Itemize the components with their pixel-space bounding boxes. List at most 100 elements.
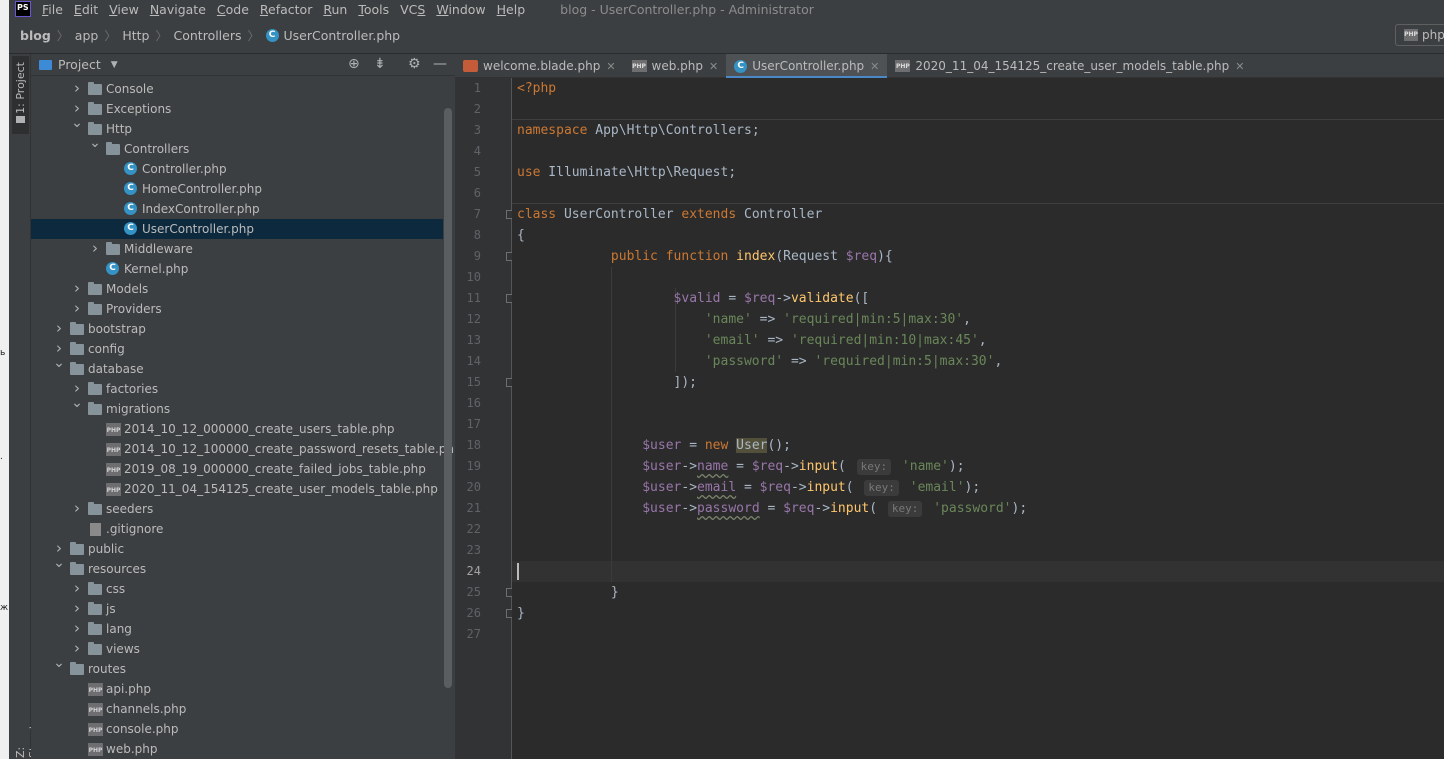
- tree-item[interactable]: › views: [31, 639, 443, 659]
- code-line: $user = new User();: [642, 438, 791, 453]
- chevron-right-icon[interactable]: ›: [71, 579, 83, 597]
- chevron-down-icon[interactable]: ⌄: [71, 395, 83, 411]
- project-scrollbar[interactable]: [444, 108, 452, 688]
- editor-tab[interactable]: C UserController.php ✕: [726, 54, 888, 79]
- breadcrumb-item[interactable]: Controllers: [174, 28, 242, 43]
- tree-item[interactable]: › factories: [31, 379, 443, 399]
- close-icon[interactable]: ✕: [606, 60, 615, 73]
- tree-item[interactable]: › Exceptions: [31, 99, 443, 119]
- breadcrumb-item[interactable]: Http: [122, 28, 149, 43]
- breadcrumb-item[interactable]: UserController.php: [284, 28, 401, 43]
- tree-item[interactable]: PHP console.php: [31, 719, 443, 739]
- gear-icon[interactable]: ⚙: [408, 56, 421, 72]
- chevron-down-icon[interactable]: ⌄: [53, 655, 65, 671]
- tree-item[interactable]: › public: [31, 539, 443, 559]
- collapse-all-icon[interactable]: ⇟: [374, 56, 386, 72]
- tree-item[interactable]: C IndexController.php: [31, 199, 443, 219]
- navigation-bar: blog 〉 app 〉 Http 〉 Controllers 〉 C UserControlle…: [9, 18, 1444, 54]
- tree-item[interactable]: › Console: [31, 79, 443, 99]
- menu-window[interactable]: Window: [436, 2, 485, 17]
- tree-item[interactable]: ⌄ Controllers: [31, 135, 443, 159]
- tree-item-label: IndexController.php: [142, 202, 260, 216]
- project-tree: › Console › Exceptions ⌄ Http ⌄ Controllers C Con…: [31, 79, 462, 759]
- php-class-icon: C: [124, 182, 137, 195]
- close-icon[interactable]: ✕: [709, 60, 718, 73]
- project-tool-button[interactable]: 1: Project: [12, 56, 29, 134]
- line-number: 15: [466, 375, 481, 389]
- menu-run[interactable]: Run: [323, 2, 347, 17]
- tree-item[interactable]: C Controller.php: [31, 159, 443, 179]
- php-class-icon: C: [265, 29, 279, 42]
- tree-item[interactable]: C UserController.php: [31, 219, 443, 239]
- chevron-right-icon[interactable]: ›: [71, 599, 83, 617]
- menu-tools[interactable]: Tools: [358, 2, 389, 17]
- editor-tab[interactable]: welcome.blade.php ✕: [455, 54, 624, 78]
- tree-item[interactable]: PHP channels.php: [31, 699, 443, 719]
- chevron-down-icon[interactable]: ⌄: [53, 355, 65, 371]
- chevron-right-icon[interactable]: ›: [71, 499, 83, 517]
- menu-help[interactable]: Help: [497, 2, 526, 17]
- tree-item[interactable]: PHP web.php: [31, 739, 443, 759]
- tree-item[interactable]: C HomeController.php: [31, 179, 443, 199]
- chevron-down-icon[interactable]: ▼: [111, 60, 118, 70]
- breadcrumb-item[interactable]: blog: [20, 28, 51, 43]
- chevron-right-icon[interactable]: ›: [71, 279, 83, 297]
- run-configuration-selector[interactable]: PHP php: [1395, 24, 1444, 46]
- menu-code[interactable]: Code: [217, 2, 249, 17]
- php-file-icon: PHP: [88, 683, 103, 696]
- menu-file[interactable]: File: [42, 2, 63, 17]
- folder-icon: [70, 542, 84, 555]
- chevron-down-icon[interactable]: ⌄: [89, 135, 101, 151]
- locate-file-icon[interactable]: ⊕: [348, 56, 360, 72]
- code-editor[interactable]: <?php namespace App\Http\Controllers; use …: [512, 78, 1444, 759]
- tree-item[interactable]: › config: [31, 339, 443, 359]
- chevron-right-icon[interactable]: ›: [71, 299, 83, 317]
- project-view-selector[interactable]: Project: [58, 57, 101, 72]
- line-number: 14: [466, 354, 481, 368]
- chevron-right-icon[interactable]: ›: [53, 319, 65, 337]
- line-number: 16: [466, 396, 481, 410]
- tree-item[interactable]: C Kernel.php: [31, 259, 443, 279]
- hide-panel-icon[interactable]: —: [433, 56, 447, 72]
- phpstorm-logo-icon[interactable]: PS: [15, 1, 31, 17]
- tree-item[interactable]: PHP 2019_08_19_000000_create_failed_jobs_…: [31, 459, 443, 479]
- tree-item[interactable]: › bootstrap: [31, 319, 443, 339]
- structure-tool-button[interactable]: Z: Structure: [12, 694, 40, 758]
- tree-item[interactable]: PHP api.php: [31, 679, 443, 699]
- chevron-right-icon[interactable]: ›: [89, 239, 101, 257]
- tree-item[interactable]: PHP 2014_10_12_000000_create_users_table.…: [31, 419, 443, 439]
- tree-item[interactable]: › lang: [31, 619, 443, 639]
- tree-item[interactable]: › Providers: [31, 299, 443, 319]
- tree-item[interactable]: PHP 2014_10_12_100000_create_password_res…: [31, 439, 462, 459]
- folder-icon: [88, 302, 102, 315]
- code-line: use Illuminate\Http\Request;: [517, 165, 737, 180]
- tree-item[interactable]: › Models: [31, 279, 443, 299]
- menu-navigate[interactable]: Navigate: [150, 2, 206, 17]
- close-icon[interactable]: ✕: [1235, 60, 1244, 73]
- menu-view[interactable]: View: [109, 2, 139, 17]
- tree-item[interactable]: › seeders: [31, 499, 443, 519]
- menu-vcs[interactable]: VCS: [400, 2, 425, 17]
- tree-item[interactable]: ⌄ database: [31, 355, 443, 379]
- menu-edit[interactable]: Edit: [74, 2, 98, 17]
- editor-tab[interactable]: PHP web.php ✕: [624, 54, 727, 78]
- tree-item[interactable]: › css: [31, 579, 443, 599]
- tree-item[interactable]: PHP 2020_11_04_154125_create_user_models_…: [31, 479, 443, 499]
- tree-item[interactable]: .gitignore: [31, 519, 443, 539]
- chevron-down-icon[interactable]: ⌄: [71, 115, 83, 131]
- tree-item-label: Controllers: [124, 142, 190, 156]
- chevron-right-icon[interactable]: ›: [71, 619, 83, 637]
- close-icon[interactable]: ✕: [870, 60, 879, 73]
- tree-item[interactable]: ⌄ resources: [31, 555, 443, 579]
- chevron-right-icon[interactable]: ›: [71, 639, 83, 657]
- tree-item[interactable]: ⌄ migrations: [31, 395, 443, 419]
- chevron-right-icon[interactable]: ›: [71, 79, 83, 97]
- breadcrumb-item[interactable]: app: [75, 28, 99, 43]
- editor-tab[interactable]: PHP 2020_11_04_154125_create_user_models_…: [887, 54, 1252, 78]
- tree-item[interactable]: › Middleware: [31, 239, 443, 259]
- tree-item-label: Console: [106, 82, 154, 96]
- tree-item[interactable]: ⌄ routes: [31, 655, 443, 679]
- menu-refactor[interactable]: Refactor: [260, 2, 312, 17]
- chevron-down-icon[interactable]: ⌄: [53, 555, 65, 571]
- tree-item[interactable]: › js: [31, 599, 443, 619]
